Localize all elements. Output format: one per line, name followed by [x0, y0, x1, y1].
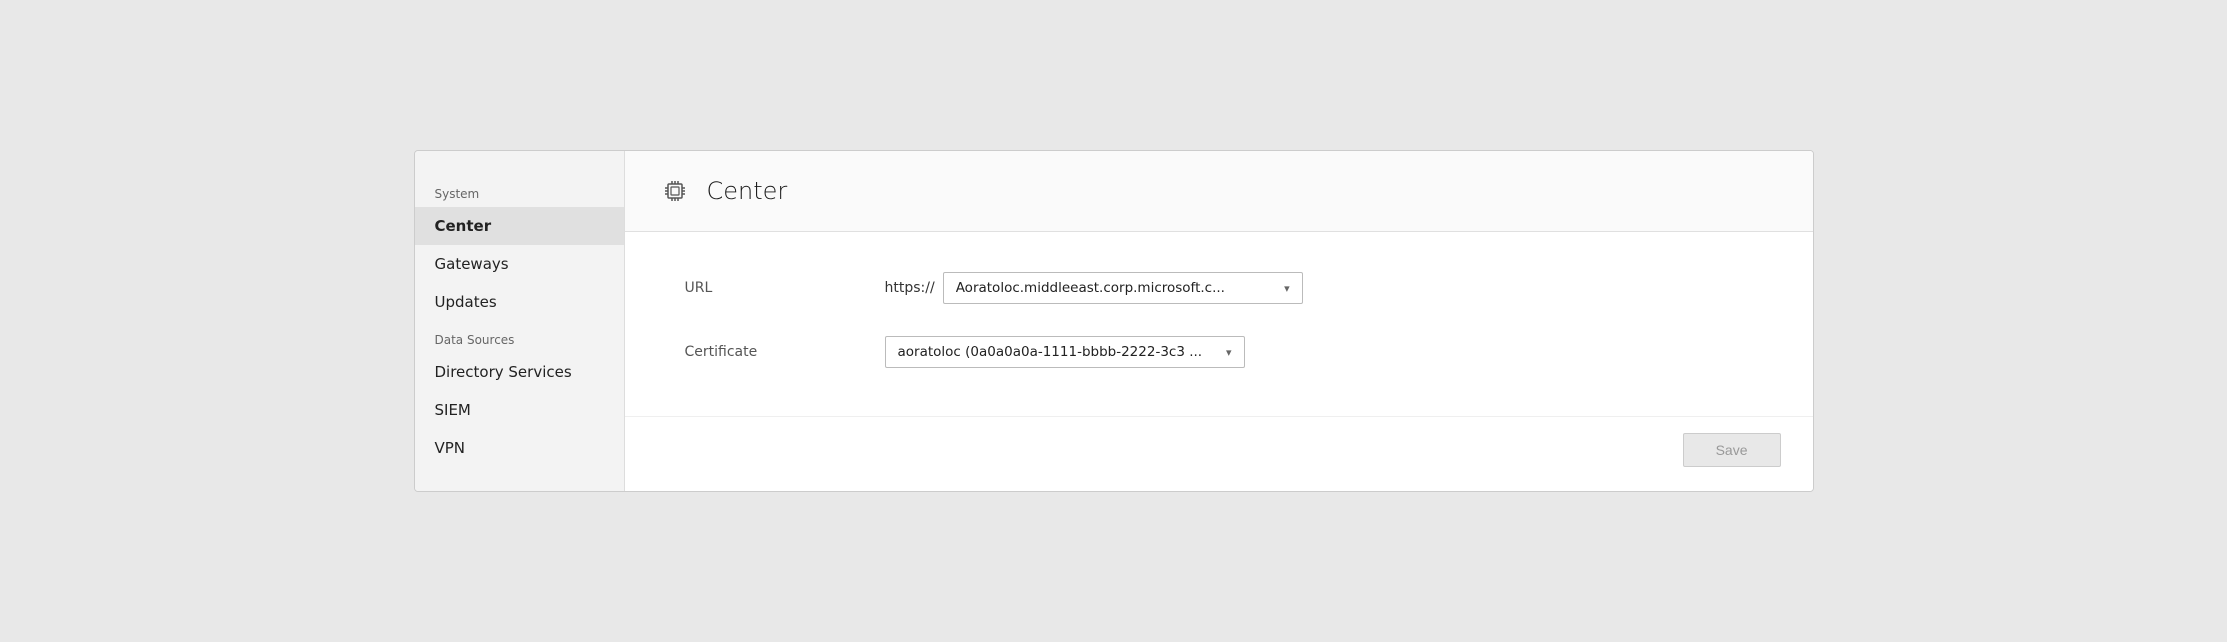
certificate-dropdown[interactable]: aoratoloc (0a0a0a0a-1111-bbbb-2222-3c3 .…: [885, 336, 1245, 368]
save-button[interactable]: Save: [1683, 433, 1781, 467]
url-dropdown[interactable]: Aoratoloc.middleeast.corp.microsoft.c...…: [943, 272, 1303, 304]
certificate-row: Certificate aoratoloc (0a0a0a0a-1111-bbb…: [685, 336, 1753, 368]
url-dropdown-value: Aoratoloc.middleeast.corp.microsoft.c...: [956, 280, 1274, 296]
sidebar-item-directory-services[interactable]: Directory Services: [415, 353, 624, 391]
chevron-down-icon: ▾: [1226, 346, 1232, 359]
sidebar-item-center[interactable]: Center: [415, 207, 624, 245]
url-group: https:// Aoratoloc.middleeast.corp.micro…: [885, 272, 1303, 304]
sidebar-item-updates[interactable]: Updates: [415, 283, 624, 321]
sidebar-item-vpn[interactable]: VPN: [415, 429, 624, 467]
sidebar-item-gateways[interactable]: Gateways: [415, 245, 624, 283]
sidebar: System Center Gateways Updates Data Sour…: [415, 151, 625, 491]
page-title: Center: [707, 177, 788, 205]
form-area: URL https:// Aoratoloc.middleeast.corp.m…: [625, 232, 1813, 416]
page-header: Center: [625, 151, 1813, 232]
certificate-dropdown-value: aoratoloc (0a0a0a0a-1111-bbbb-2222-3c3 .…: [898, 344, 1216, 360]
system-section-label: System: [415, 175, 624, 207]
url-prefix: https://: [885, 280, 935, 296]
certificate-label: Certificate: [685, 344, 885, 360]
app-window: System Center Gateways Updates Data Sour…: [414, 150, 1814, 492]
url-row: URL https:// Aoratoloc.middleeast.corp.m…: [685, 272, 1753, 304]
chevron-down-icon: ▾: [1284, 282, 1290, 295]
sidebar-item-siem[interactable]: SIEM: [415, 391, 624, 429]
main-content: Center URL https:// Aoratoloc.middleeast…: [625, 151, 1813, 491]
chip-icon: [657, 173, 693, 209]
url-label: URL: [685, 280, 885, 296]
footer: Save: [625, 416, 1813, 491]
data-sources-section-label: Data Sources: [415, 321, 624, 353]
